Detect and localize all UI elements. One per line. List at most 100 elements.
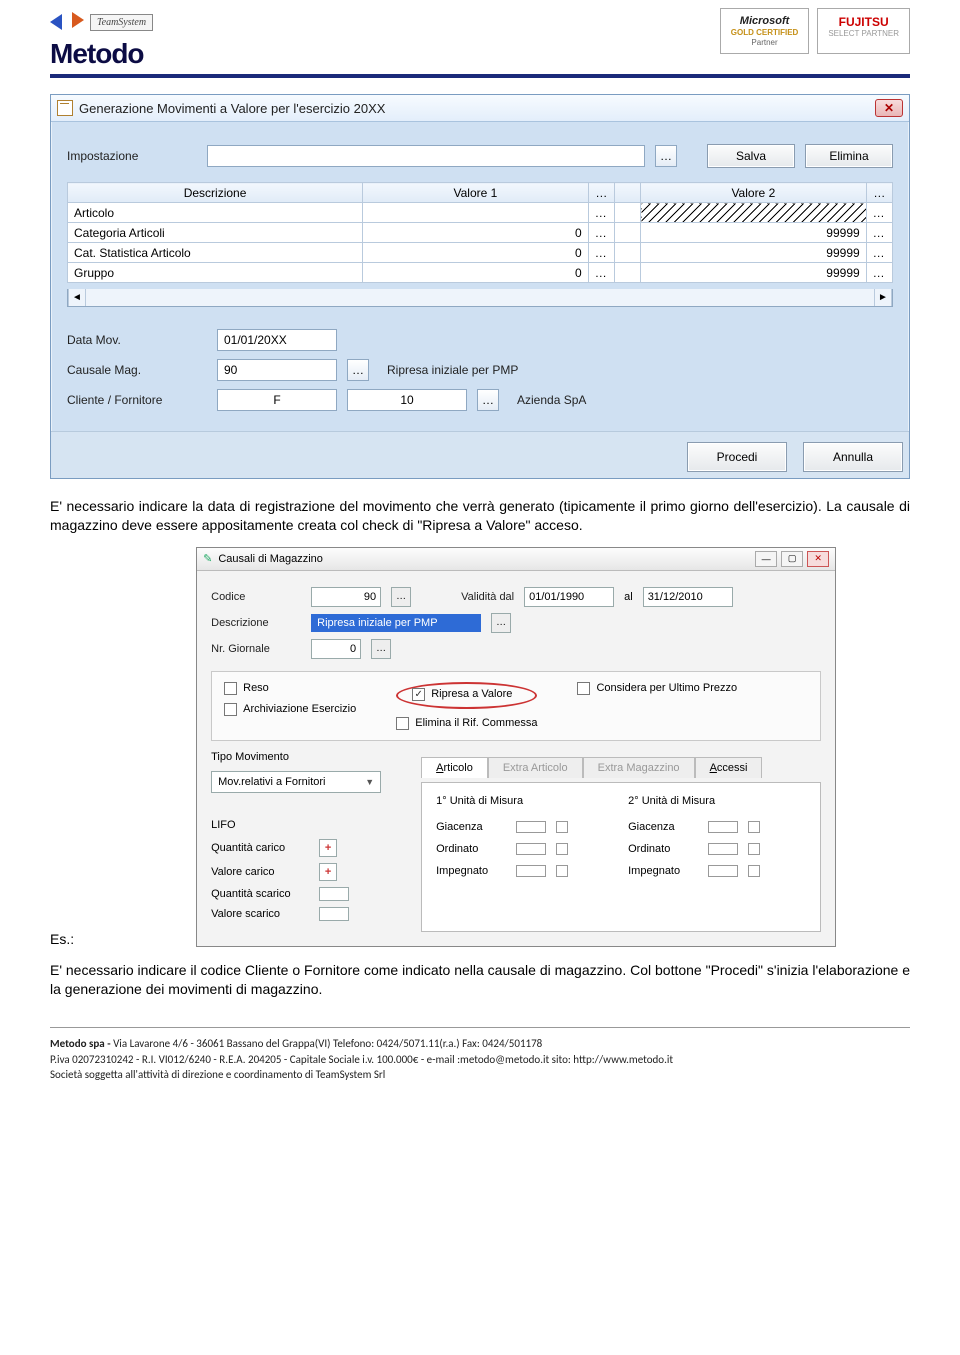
um-field[interactable] [708,865,738,877]
q-carico-sign[interactable]: + [319,839,337,857]
col-valore2: Valore 2 [641,183,867,203]
lookup-button[interactable]: … [588,243,614,263]
table-row: Cat. Statistica Articolo 0 … 99999 … [68,243,893,263]
um-field[interactable] [748,821,760,833]
close-button[interactable]: ✕ [807,551,829,567]
salva-button[interactable]: Salva [707,144,795,168]
v-scarico-field[interactable] [319,907,349,921]
descrizione-lookup-button[interactable]: … [491,613,511,633]
cliente-lookup-button[interactable]: … [477,389,499,411]
scroll-left-icon[interactable]: ◄ [68,289,86,306]
lifo-label: LIFO [211,819,391,831]
considera-prezzo-checkbox[interactable]: Considera per Ultimo Prezzo [577,682,737,695]
cell-v1[interactable] [363,203,589,223]
um-field[interactable] [748,843,760,855]
descrizione-label: Descrizione [211,617,301,629]
ordinato-label: Ordinato [628,843,698,855]
example-label: Es.: [50,931,74,947]
descrizione-input[interactable]: Ripresa iniziale per PMP [311,614,481,632]
cell-v1[interactable]: 0 [363,223,589,243]
q-carico-label: Quantità carico [211,842,311,854]
procedi-button[interactable]: Procedi [687,442,787,472]
col-descrizione: Descrizione [68,183,363,203]
footer-subsidiary: Società soggetta all'attività di direzio… [50,1067,910,1083]
cliente-code-input[interactable]: 10 [347,389,467,411]
reso-checkbox[interactable]: Reso [224,682,356,695]
annulla-button[interactable]: Annulla [803,442,903,472]
tab-extra-articolo[interactable]: Extra Articolo [488,757,583,778]
lookup-button[interactable]: … [866,263,892,283]
impostazione-input[interactable] [207,145,645,167]
microsoft-cert-badge: Microsoft GOLD CERTIFIED Partner [720,8,810,54]
minimize-button[interactable]: — [755,551,777,567]
um-field[interactable] [556,843,568,855]
codice-input[interactable]: 90 [311,587,381,607]
causale-input[interactable]: 90 [217,359,337,381]
um-field[interactable] [708,821,738,833]
win2-icon: ✎ [203,552,212,565]
um-field[interactable] [516,865,546,877]
ms-line: Microsoft [731,15,799,28]
v-carico-sign[interactable]: + [319,863,337,881]
cell-v1[interactable]: 0 [363,263,589,283]
tab-extra-magazzino[interactable]: Extra Magazzino [583,757,695,778]
um-field[interactable] [516,821,546,833]
um-field[interactable] [516,843,546,855]
cell-v2[interactable]: 99999 [641,243,867,263]
cell-v2[interactable]: 99999 [641,223,867,243]
lookup-button[interactable]: … [866,223,892,243]
lookup-button[interactable]: … [588,263,614,283]
page-header: TeamSystem Metodo Microsoft GOLD CERTIFI… [50,0,910,74]
table-row: Articolo … … [68,203,893,223]
cliente-prefix-input[interactable]: F [217,389,337,411]
tab-accessi[interactable]: Accessi [695,757,763,778]
lookup-button[interactable]: … [588,223,614,243]
um-field[interactable] [748,865,760,877]
col-valore1: Valore 1 [363,183,589,203]
validita-dal-label: Validità dal [461,591,514,603]
maximize-button[interactable]: ▢ [781,551,803,567]
nr-giornale-lookup-button[interactable]: … [371,639,391,659]
combo-value: Mov.relativi a Fornitori [218,776,325,788]
ripresa-valore-checkbox[interactable]: Ripresa a Valore [412,688,512,701]
metodo-arrows-icon [50,8,84,36]
window-titlebar: Generazione Movimenti a Valore per l'ese… [51,95,909,122]
fj-line: FUJITSU [828,15,899,29]
um-field[interactable] [556,821,568,833]
win2-title: Causali di Magazzino [218,553,323,565]
elimina-rif-checkbox[interactable]: Elimina il Rif. Commessa [396,717,537,730]
lookup-button[interactable]: … [866,203,892,223]
cell-v1[interactable]: 0 [363,243,589,263]
paragraph-2: E' necessario indicare il codice Cliente… [50,961,910,999]
um-field[interactable] [556,865,568,877]
archiviazione-checkbox[interactable]: Archiviazione Esercizio [224,703,356,716]
causale-lookup-button[interactable]: … [347,359,369,381]
q-scarico-label: Quantità scarico [211,888,311,900]
validita-dal-input[interactable]: 01/01/1990 [524,587,614,607]
giacenza-label: Giacenza [628,821,698,833]
teamsystem-badge: TeamSystem [90,14,153,31]
nr-giornale-input[interactable]: 0 [311,639,361,659]
cell-v2[interactable]: 99999 [641,263,867,283]
codice-lookup-button[interactable]: … [391,587,411,607]
window-close-button[interactable]: ✕ [875,99,903,117]
validita-al-input[interactable]: 31/12/2010 [643,587,733,607]
cell-desc: Articolo [68,203,363,223]
header-divider [50,74,910,78]
footer-address: Via Lavarone 4/6 - 36061 Bassano del Gra… [113,1037,542,1050]
scroll-right-icon[interactable]: ► [874,289,892,306]
data-mov-input[interactable]: 01/01/20XX [217,329,337,351]
impegnato-label: Impegnato [628,865,698,877]
causale-label: Causale Mag. [67,363,207,377]
tipo-movimento-combo[interactable]: Mov.relativi a Fornitori ▼ [211,771,381,793]
table-scrollbar[interactable]: ◄ ► [67,289,893,307]
logo-block: TeamSystem Metodo [50,8,153,70]
lookup-button[interactable]: … [588,203,614,223]
q-scarico-field[interactable] [319,887,349,901]
impostazione-lookup-button[interactable]: … [655,145,677,167]
elimina-button[interactable]: Elimina [805,144,893,168]
window-button-bar: Procedi Annulla [51,431,909,478]
um-field[interactable] [708,843,738,855]
lookup-button[interactable]: … [866,243,892,263]
tab-articolo[interactable]: AArticolorticolo [421,757,488,778]
